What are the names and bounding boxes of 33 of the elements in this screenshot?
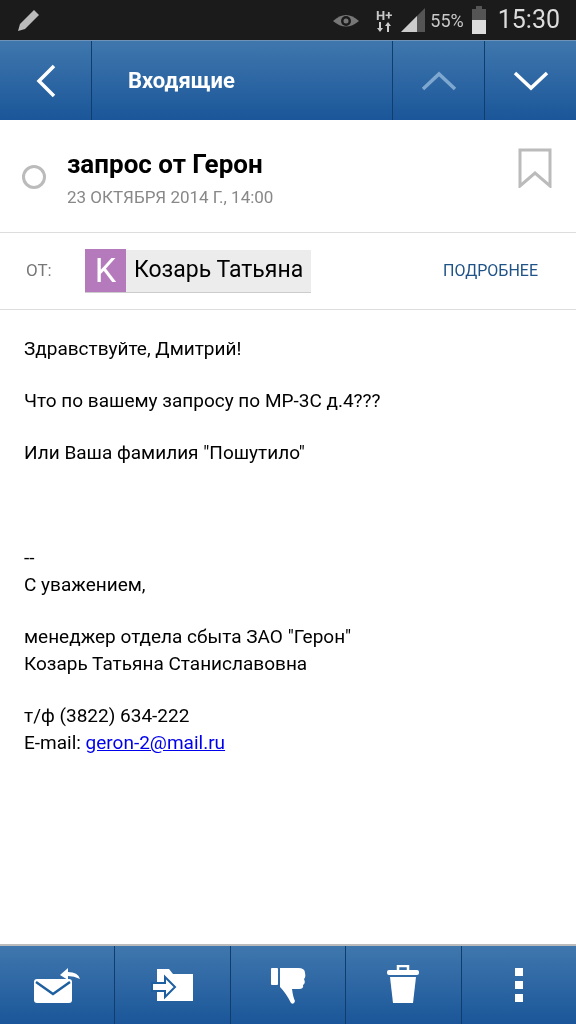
clock: 15:30 [497,4,560,37]
body-text: Что по вашему запросу по МР-3С д.4??? [24,388,381,414]
body-text: менеджер отдела сбыта ЗАО "Герон" [24,624,352,650]
network-type: H+ [376,8,393,22]
body-text: Или Ваша фамилия "Пошутило" [24,440,305,466]
email-link[interactable]: geron-2@mail.ru [85,731,226,754]
data-arrows-icon [377,21,392,32]
thumbs-down-icon [270,965,306,1005]
body-text: С уважением, [24,572,146,598]
sender-name: Козарь Татьяна [134,255,304,286]
chevron-up-icon [420,70,457,91]
signal-icon [400,7,427,33]
sender-avatar: K [85,249,126,292]
back-icon [35,63,56,98]
body-text: Козарь Татьяна Станиславовна [24,651,308,677]
more-icon [513,967,524,1003]
details-link[interactable]: ПОДРОБНЕЕ [443,259,538,283]
pencil-icon [16,7,42,33]
move-to-folder-icon [150,967,195,1003]
body-text: -- [24,545,35,571]
header-title: Входящие [127,67,236,95]
email-subject: запрос от Герон [67,148,264,180]
body-text: E-mail: geron-2@mail.ru [24,730,226,756]
from-label: ОТ: [26,259,53,283]
envelope-reply-icon [32,965,83,1005]
body-text: т/ф (3822) 634-222 [24,703,190,729]
email-date: 23 ОКТЯБРЯ 2014 Г., 14:00 [67,186,275,209]
sender-chip[interactable]: K Козарь Татьяна [85,249,312,293]
chevron-down-icon [512,70,549,91]
battery-percent: 55% [430,8,464,33]
battery-icon [471,6,486,34]
trash-icon [386,965,421,1005]
body-text: Здравствуйте, Дмитрий! [24,336,242,362]
